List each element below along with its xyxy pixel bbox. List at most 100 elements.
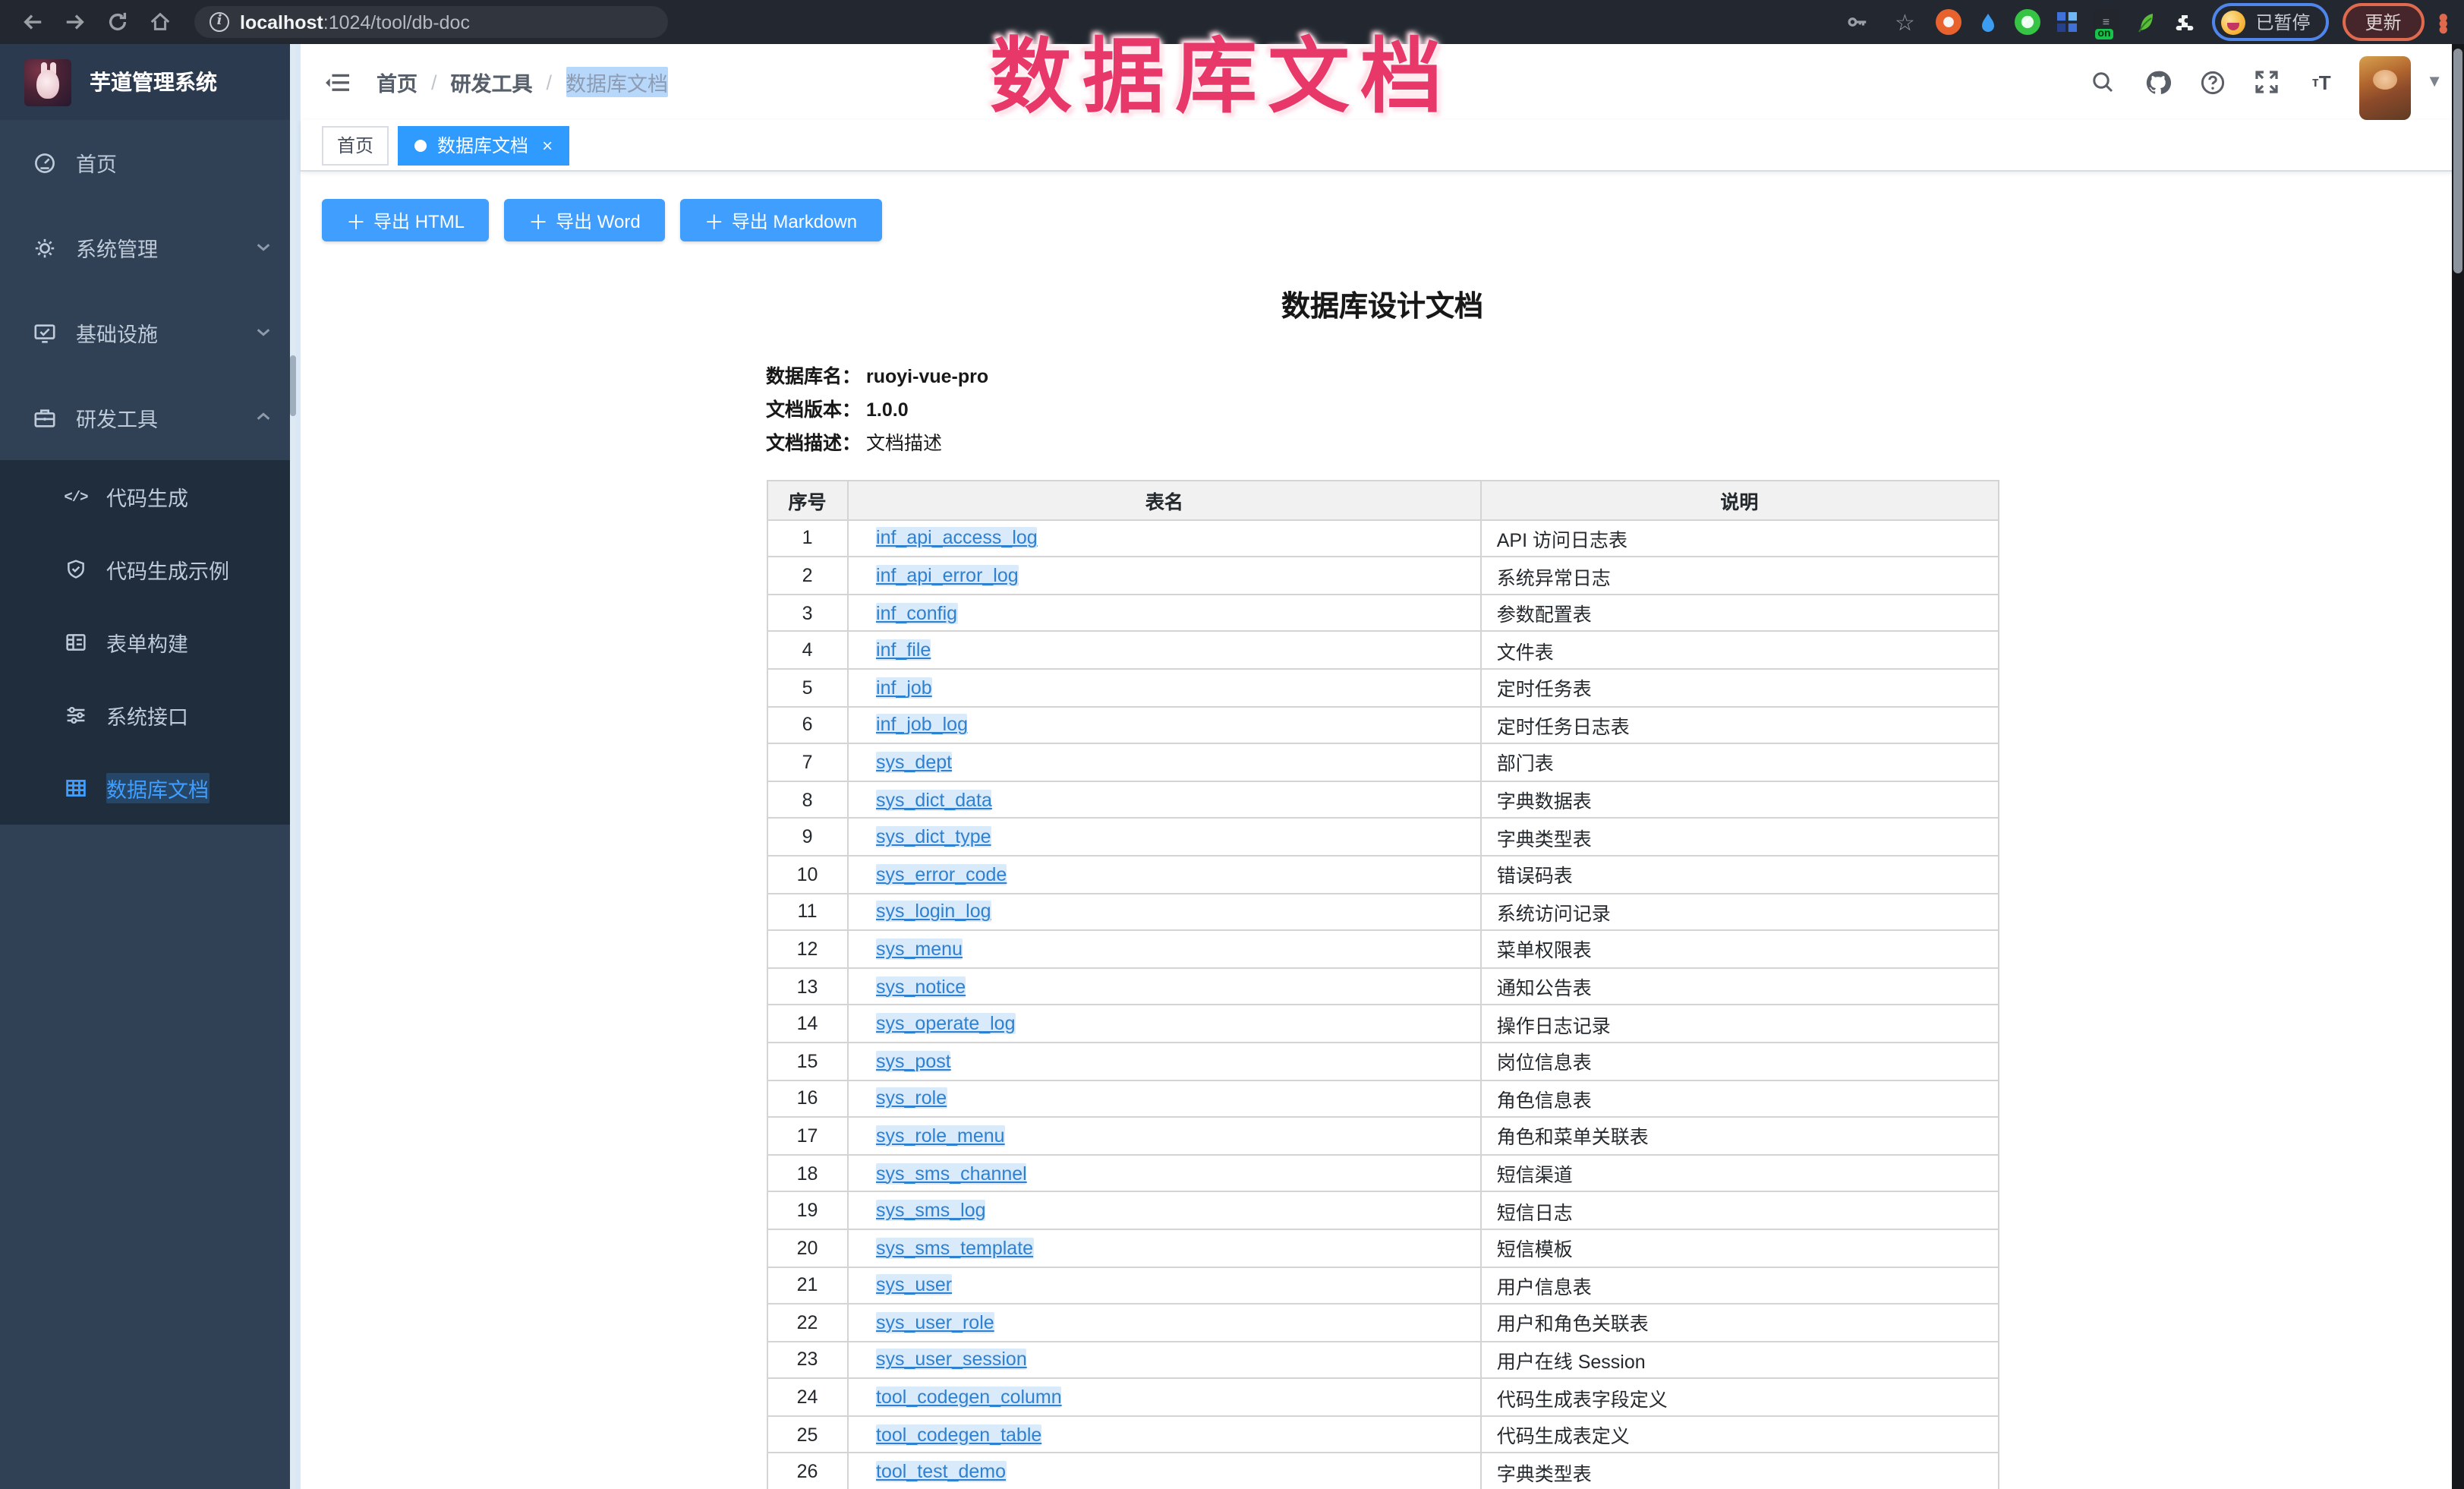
- password-key-icon[interactable]: [1841, 5, 1874, 39]
- extension-drop-icon[interactable]: [1974, 9, 2000, 35]
- export-word-button[interactable]: ＋ 导出 Word: [504, 199, 665, 241]
- extension-adblock-icon[interactable]: [1935, 9, 1961, 35]
- extension-check-icon[interactable]: ✓: [2014, 9, 2040, 35]
- table-name-link[interactable]: sys_role_menu: [876, 1125, 1005, 1147]
- tag-close-icon[interactable]: ×: [542, 134, 553, 156]
- table-name-link[interactable]: sys_role: [876, 1088, 947, 1109]
- browser-back-icon[interactable]: [15, 5, 49, 39]
- row-number: 14: [767, 1005, 848, 1043]
- table-name-link[interactable]: inf_file: [876, 639, 931, 661]
- table-name-link[interactable]: sys_sms_log: [876, 1200, 986, 1221]
- user-avatar[interactable]: [2359, 56, 2411, 120]
- table-name-link[interactable]: sys_dept: [876, 752, 952, 773]
- tag-home[interactable]: 首页: [322, 125, 389, 165]
- table-name-link[interactable]: sys_sms_channel: [876, 1162, 1027, 1184]
- docs-question-icon[interactable]: [2195, 65, 2229, 99]
- table-name-link[interactable]: inf_job: [876, 677, 932, 699]
- table-name-link[interactable]: sys_error_code: [876, 864, 1007, 885]
- sidebar-item-form-builder[interactable]: 表单构建: [0, 606, 296, 679]
- browser-reload-icon[interactable]: [100, 5, 134, 39]
- table-row: 17sys_role_menu角色和菜单关联表: [767, 1117, 1998, 1154]
- table-name-link[interactable]: inf_api_access_log: [876, 528, 1038, 549]
- sidebar-item-infra[interactable]: 基础设施: [0, 290, 296, 375]
- sidebar-item-label: 系统管理: [76, 232, 158, 263]
- sidebar-item-devtools[interactable]: 研发工具: [0, 375, 296, 460]
- profile-paused-badge[interactable]: 已暂停: [2211, 3, 2328, 41]
- font-size-icon[interactable]: тT: [2305, 65, 2338, 99]
- github-icon[interactable]: [2141, 65, 2174, 99]
- row-number: 15: [767, 1043, 848, 1080]
- sidebar-item-home[interactable]: 首页: [0, 120, 296, 205]
- table-row: 19sys_sms_log短信日志: [767, 1192, 1998, 1229]
- app-shell: 芋道管理系统 首页 系统管理: [0, 44, 2464, 1489]
- table-name-link[interactable]: sys_post: [876, 1050, 951, 1071]
- tables-overview-table: 序号 表名 说明 1inf_api_access_logAPI 访问日志表2in…: [766, 479, 1999, 1489]
- breadcrumb-devtools[interactable]: 研发工具: [451, 67, 533, 97]
- url-path: :1024/tool/db-doc: [323, 11, 470, 33]
- table-name-cell: sys_login_log: [848, 893, 1481, 930]
- table-name-link[interactable]: sys_login_log: [876, 901, 991, 923]
- url-host: localhost: [240, 11, 323, 33]
- extensions-puzzle-icon[interactable]: [2172, 9, 2198, 35]
- sidebar-item-system[interactable]: 系统管理: [0, 205, 296, 290]
- table-name-link[interactable]: sys_sms_template: [876, 1237, 1033, 1258]
- sidebar-item-codegen-example[interactable]: 代码生成示例: [0, 533, 296, 606]
- app-title: 芋道管理系统: [90, 67, 217, 97]
- table-desc-cell: 字典类型表: [1481, 1453, 1998, 1489]
- active-dot-icon: [414, 139, 427, 151]
- overlay-annotation-title: 数据库文档: [990, 9, 1453, 129]
- bookmark-star-icon[interactable]: ☆: [1888, 5, 1921, 39]
- table-name-link[interactable]: inf_job_log: [876, 715, 968, 736]
- browser-menu-icon[interactable]: ●●●: [2438, 13, 2450, 31]
- table-desc-cell: 用户和角色关联表: [1481, 1304, 1998, 1341]
- page-scrollbar[interactable]: [2452, 44, 2464, 1489]
- sidebar-toggle-icon[interactable]: [322, 67, 352, 97]
- sidebar-item-codegen[interactable]: </> 代码生成: [0, 460, 296, 533]
- site-info-icon[interactable]: i: [210, 12, 229, 32]
- export-html-button[interactable]: ＋ 导出 HTML: [322, 199, 489, 241]
- sidebar-item-label: 首页: [76, 147, 117, 178]
- export-markdown-label: 导出 Markdown: [732, 207, 857, 233]
- doc-meta-version: 文档版本： 1.0.0: [766, 395, 1999, 428]
- table-row: 20sys_sms_template短信模板: [767, 1229, 1998, 1267]
- table-name-link[interactable]: tool_codegen_column: [876, 1386, 1062, 1408]
- table-name-link[interactable]: inf_config: [876, 602, 957, 623]
- table-name-link[interactable]: inf_api_error_log: [876, 565, 1019, 586]
- page-scrollbar-thumb[interactable]: [2453, 49, 2462, 273]
- viewport: 数据库文档 i localhost:1024/tool/db-doc ☆: [0, 0, 2464, 1489]
- table-name-link[interactable]: sys_user_session: [876, 1349, 1027, 1371]
- extension-grid-icon[interactable]: [2053, 9, 2079, 35]
- row-number: 24: [767, 1379, 848, 1416]
- table-name-link[interactable]: tool_codegen_table: [876, 1424, 1041, 1445]
- table-name-link[interactable]: sys_user: [876, 1275, 952, 1296]
- sidebar-scrollbar[interactable]: [290, 44, 296, 1489]
- table-name-link[interactable]: sys_dict_type: [876, 826, 991, 847]
- table-name-link[interactable]: sys_notice: [876, 976, 966, 997]
- browser-update-button[interactable]: 更新: [2342, 3, 2424, 41]
- row-number: 25: [767, 1416, 848, 1453]
- browser-home-icon[interactable]: [143, 5, 176, 39]
- app-logo-row[interactable]: 芋道管理系统: [0, 44, 296, 120]
- table-name-link[interactable]: sys_operate_log: [876, 1013, 1015, 1034]
- search-icon[interactable]: [2086, 65, 2119, 99]
- sidebar-item-db-doc[interactable]: 数据库文档: [0, 752, 296, 825]
- sidebar-item-system-api[interactable]: 系统接口: [0, 679, 296, 752]
- tag-db-doc[interactable]: 数据库文档 ×: [398, 125, 569, 165]
- browser-address-bar[interactable]: i localhost:1024/tool/db-doc: [194, 6, 668, 38]
- table-name-link[interactable]: sys_dict_data: [876, 789, 992, 810]
- browser-forward-icon[interactable]: [58, 5, 91, 39]
- extension-on-badge-icon[interactable]: on ≡: [2093, 9, 2119, 35]
- user-menu-caret-icon[interactable]: ▼: [2426, 73, 2443, 91]
- table-name-link[interactable]: sys_user_role: [876, 1312, 994, 1333]
- row-number: 3: [767, 595, 848, 632]
- shield-check-icon: [64, 557, 88, 582]
- table-name-cell: sys_sms_log: [848, 1192, 1481, 1229]
- extension-leaf-icon[interactable]: [2132, 9, 2158, 35]
- doc-table-body: 1inf_api_access_logAPI 访问日志表2inf_api_err…: [767, 519, 1998, 1489]
- table-name-link[interactable]: tool_test_demo: [876, 1462, 1006, 1483]
- table-name-link[interactable]: sys_menu: [876, 939, 963, 960]
- fullscreen-icon[interactable]: [2250, 65, 2283, 99]
- table-row: 1inf_api_access_logAPI 访问日志表: [767, 519, 1998, 557]
- breadcrumb-home[interactable]: 首页: [377, 67, 417, 97]
- export-markdown-button[interactable]: ＋ 导出 Markdown: [680, 199, 881, 241]
